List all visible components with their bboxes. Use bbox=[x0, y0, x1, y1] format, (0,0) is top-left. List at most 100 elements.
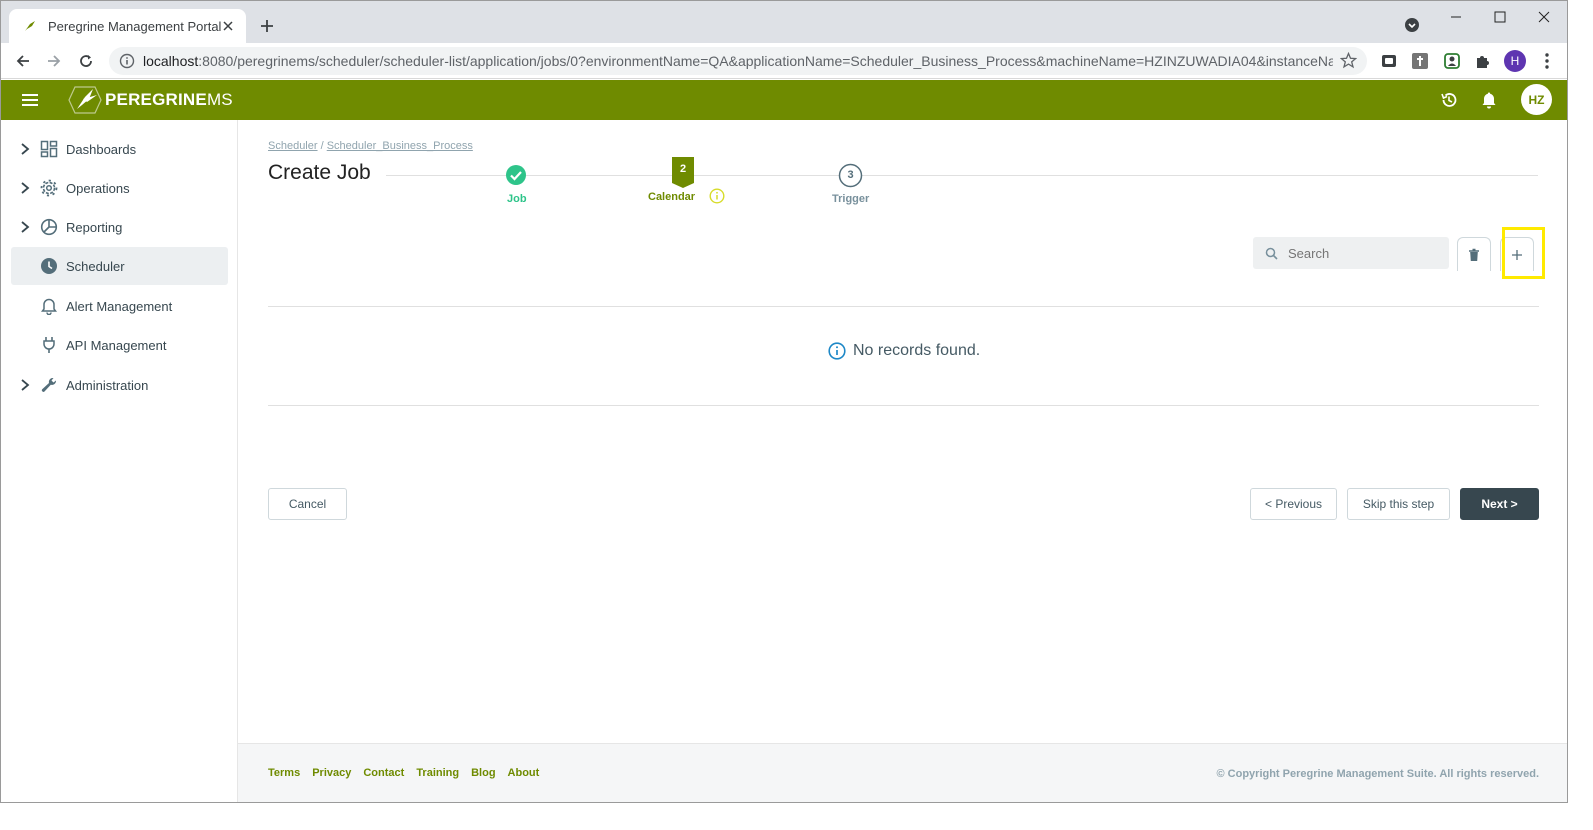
reload-icon[interactable] bbox=[74, 49, 98, 73]
bookmark-star-icon[interactable] bbox=[1339, 51, 1358, 74]
trash-icon bbox=[1469, 248, 1479, 261]
footer-links: Terms Privacy Contact Training Blog Abou… bbox=[268, 767, 551, 779]
search-input[interactable] bbox=[1288, 245, 1438, 261]
sidebar: Dashboards Operations Reporting Schedule… bbox=[1, 120, 238, 802]
tab-search-icon[interactable] bbox=[1397, 13, 1427, 37]
copyright: © Copyright Peregrine Management Suite. … bbox=[1216, 768, 1540, 780]
minimize-icon[interactable] bbox=[1441, 5, 1471, 29]
sidebar-item-label: Operations bbox=[66, 180, 130, 196]
footer-link-blog[interactable]: Blog bbox=[471, 767, 495, 779]
pie-chart-icon bbox=[39, 217, 59, 237]
step-calendar[interactable]: 2 Calendar bbox=[648, 157, 725, 204]
chevron-right-icon bbox=[19, 181, 31, 195]
url-path: :8080/peregrinems/scheduler/scheduler-li… bbox=[198, 53, 1333, 69]
sidebar-item-label: Administration bbox=[66, 377, 149, 393]
maximize-icon[interactable] bbox=[1485, 5, 1515, 29]
sidebar-item-api-management[interactable]: API Management bbox=[11, 326, 228, 364]
peregrine-logo-icon bbox=[68, 86, 102, 114]
search-field[interactable] bbox=[1253, 237, 1449, 269]
browser-tab[interactable]: Peregrine Management Portal bbox=[9, 9, 246, 43]
skip-step-button[interactable]: Skip this step bbox=[1347, 488, 1450, 520]
peregrine-favicon-icon bbox=[22, 18, 38, 34]
address-bar[interactable]: localhost:8080/peregrinems/scheduler/sch… bbox=[109, 47, 1367, 75]
sidebar-item-label: API Management bbox=[66, 337, 167, 353]
forward-arrow-icon[interactable] bbox=[42, 49, 66, 73]
sidebar-item-label: Reporting bbox=[66, 219, 123, 235]
main-content: Scheduler / Scheduler_Business_Process C… bbox=[238, 120, 1567, 743]
table-top-divider bbox=[268, 306, 1539, 307]
next-button[interactable]: Next > bbox=[1460, 488, 1539, 520]
chevron-right-icon bbox=[19, 378, 31, 392]
info-circle-icon[interactable] bbox=[709, 188, 725, 207]
sidebar-item-label: Dashboards bbox=[66, 141, 137, 157]
extension-t-icon[interactable] bbox=[1410, 51, 1430, 71]
extension-icon[interactable] bbox=[1379, 51, 1399, 71]
breadcrumb: Scheduler / Scheduler_Business_Process bbox=[268, 140, 473, 152]
browser-tabbar: Peregrine Management Portal bbox=[1, 1, 1567, 43]
browser-window: Peregrine Management Portal localhost:80… bbox=[0, 0, 1568, 803]
sidebar-item-dashboards[interactable]: Dashboards bbox=[11, 130, 228, 168]
table-bottom-divider bbox=[268, 405, 1539, 406]
extension-person-icon[interactable] bbox=[1442, 51, 1462, 71]
sidebar-item-administration[interactable]: Administration bbox=[11, 366, 228, 404]
footer: Terms Privacy Contact Training Blog Abou… bbox=[238, 743, 1567, 802]
menu-kebab-icon[interactable] bbox=[1537, 51, 1557, 71]
dashboard-icon bbox=[39, 139, 59, 159]
gear-icon bbox=[39, 178, 59, 198]
breadcrumb-link-process[interactable]: Scheduler_Business_Process bbox=[327, 140, 473, 152]
check-circle-icon bbox=[506, 165, 526, 185]
step-label-trigger: Trigger bbox=[832, 193, 870, 205]
logo-text: PEREGRINEMS bbox=[105, 90, 233, 110]
wrench-icon bbox=[39, 375, 59, 395]
new-tab-icon[interactable] bbox=[256, 15, 278, 37]
close-icon[interactable] bbox=[220, 18, 236, 34]
footer-link-terms[interactable]: Terms bbox=[268, 767, 300, 779]
bell-notification-icon[interactable] bbox=[1479, 90, 1499, 110]
user-avatar[interactable]: HZ bbox=[1521, 84, 1552, 115]
step-trigger[interactable]: 3 Trigger bbox=[832, 163, 869, 205]
history-icon[interactable] bbox=[1439, 90, 1459, 110]
chevron-right-icon bbox=[19, 142, 31, 156]
footer-link-privacy[interactable]: Privacy bbox=[312, 767, 351, 779]
url-host: localhost bbox=[143, 53, 199, 69]
cancel-button[interactable]: Cancel bbox=[268, 488, 347, 520]
step-label-job: Job bbox=[507, 193, 527, 205]
step-label-calendar: Calendar bbox=[648, 191, 696, 203]
search-icon bbox=[1265, 247, 1278, 260]
sidebar-item-label: Scheduler bbox=[66, 258, 125, 274]
info-circle-icon bbox=[828, 342, 846, 360]
footer-link-training[interactable]: Training bbox=[416, 767, 459, 779]
breadcrumb-link-scheduler[interactable]: Scheduler bbox=[268, 140, 318, 152]
profile-avatar[interactable]: H bbox=[1504, 50, 1526, 72]
url-text: localhost:8080/peregrinems/scheduler/sch… bbox=[143, 53, 1333, 69]
chevron-right-icon bbox=[19, 220, 31, 234]
empty-state: No records found. bbox=[828, 342, 980, 360]
highlight-box bbox=[1502, 227, 1545, 279]
stepper-line bbox=[386, 175, 1538, 176]
back-arrow-icon[interactable] bbox=[11, 49, 35, 73]
sidebar-item-scheduler[interactable]: Scheduler bbox=[11, 247, 228, 285]
empty-message: No records found. bbox=[853, 342, 981, 359]
previous-button[interactable]: < Previous bbox=[1250, 488, 1337, 520]
delete-button[interactable] bbox=[1457, 237, 1491, 271]
hamburger-menu-icon[interactable] bbox=[21, 91, 39, 109]
peregrine-logo[interactable]: PEREGRINEMS bbox=[67, 85, 233, 115]
sidebar-item-alert-management[interactable]: Alert Management bbox=[11, 287, 228, 325]
page-title: Create Job bbox=[268, 161, 371, 184]
step-number-trigger: 3 bbox=[847, 169, 854, 181]
sidebar-item-reporting[interactable]: Reporting bbox=[11, 208, 228, 246]
app-header: PEREGRINEMS HZ bbox=[1, 80, 1567, 120]
sidebar-item-label: Alert Management bbox=[66, 298, 173, 314]
clock-icon bbox=[39, 256, 59, 276]
sidebar-item-operations[interactable]: Operations bbox=[11, 169, 228, 207]
window-close-icon[interactable] bbox=[1529, 5, 1559, 29]
footer-link-contact[interactable]: Contact bbox=[363, 767, 404, 779]
puzzle-icon[interactable] bbox=[1473, 51, 1493, 71]
info-icon[interactable] bbox=[111, 53, 143, 69]
logo-suffix-text: MS bbox=[206, 90, 233, 109]
plug-icon bbox=[39, 335, 59, 355]
step-number-calendar: 2 bbox=[679, 163, 687, 175]
step-job[interactable]: Job bbox=[505, 164, 527, 205]
footer-link-about[interactable]: About bbox=[508, 767, 540, 779]
bell-icon bbox=[39, 296, 59, 316]
